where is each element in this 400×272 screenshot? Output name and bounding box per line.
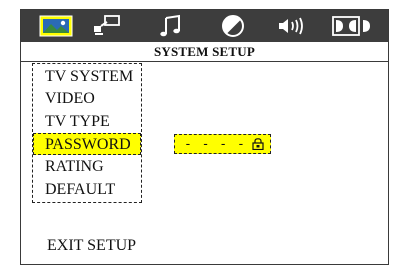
title-bar: SYSTEM SETUP [21, 42, 388, 62]
speaker-icon[interactable] [275, 14, 309, 38]
menu-item-rating[interactable]: RATING [33, 155, 141, 177]
exit-setup-button[interactable]: EXIT SETUP [47, 236, 136, 256]
audio-music-icon[interactable] [158, 14, 184, 38]
menu-item-tv-system[interactable]: TV SYSTEM [33, 65, 141, 87]
video-adjust-icon[interactable] [220, 14, 246, 38]
lock-icon [252, 138, 264, 150]
password-field[interactable]: - - - - [174, 134, 271, 154]
menu-item-video[interactable]: VIDEO [33, 87, 141, 109]
password-value: - - - - [184, 136, 246, 152]
setup-menu: TV SYSTEM VIDEO TV TYPE PASSWORD RATING … [32, 63, 142, 203]
menu-item-password[interactable]: PASSWORD [33, 133, 141, 155]
setup-toolbar [21, 10, 388, 42]
language-icon[interactable] [91, 14, 123, 38]
menu-item-tv-type[interactable]: TV TYPE [33, 110, 141, 132]
page-title: SYSTEM SETUP [153, 44, 255, 59]
dolby-icon[interactable] [332, 14, 372, 38]
menu-item-default[interactable]: DEFAULT [33, 178, 141, 200]
picture-icon[interactable] [39, 14, 73, 38]
